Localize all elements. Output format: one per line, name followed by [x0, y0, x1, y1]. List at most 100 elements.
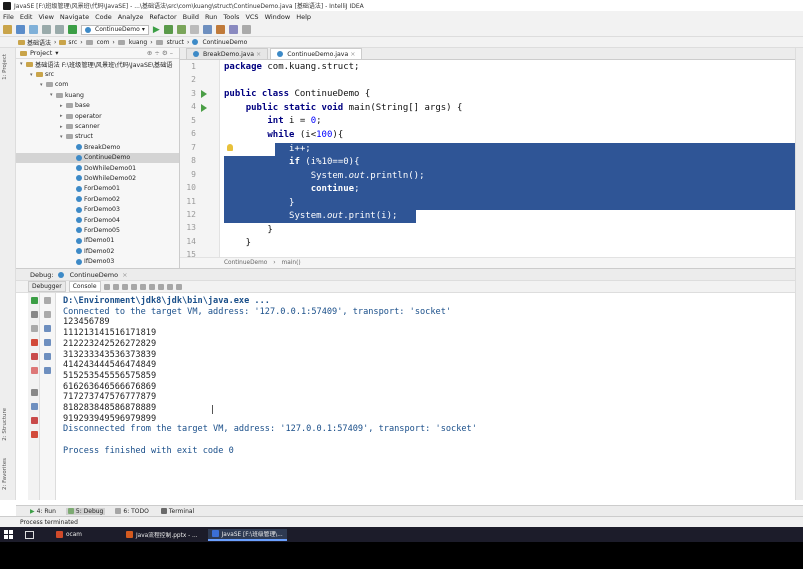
tab-breakdemo[interactable]: BreakDemo.java ×: [186, 48, 269, 59]
drop-frame-icon[interactable]: [139, 283, 146, 290]
run-icon[interactable]: ▶: [153, 25, 160, 35]
print-icon[interactable]: [44, 353, 51, 360]
tree-item[interactable]: ForDemo05: [16, 225, 179, 235]
tree-item[interactable]: ▾ src: [16, 69, 179, 79]
close-icon[interactable]: ×: [256, 51, 261, 58]
debug-icon[interactable]: [163, 25, 173, 34]
menu-analyze[interactable]: Analyze: [118, 13, 144, 21]
tree-item[interactable]: ▸ base: [16, 101, 179, 111]
pause-icon[interactable]: [31, 325, 38, 332]
tree-item[interactable]: ▾ struct: [16, 132, 179, 142]
structure-tool-tab[interactable]: 2: Structure: [2, 408, 8, 441]
todo-tool-tab[interactable]: 6: TODO: [113, 508, 150, 515]
menu-vcs[interactable]: VCS: [245, 13, 258, 21]
tree-item[interactable]: DoWhileDemo02: [16, 173, 179, 183]
taskbar-item-ocam[interactable]: ocam: [52, 529, 86, 541]
resume-icon[interactable]: [31, 311, 38, 318]
save-icon[interactable]: [16, 25, 25, 34]
code-editor[interactable]: 1 2 3 4 5 6 7 8 9 10 11 12 13 14 15 package com.kuang.…: [180, 60, 803, 259]
menu-refactor[interactable]: Refactor: [149, 13, 176, 21]
run-gutter-icon[interactable]: [201, 90, 207, 98]
tree-item[interactable]: ▾ kuang: [16, 90, 179, 100]
crumb-class[interactable]: ContinueDemo: [224, 260, 267, 266]
stop-icon[interactable]: [31, 339, 38, 346]
menu-code[interactable]: Code: [95, 13, 112, 21]
task-view-icon[interactable]: [25, 530, 34, 539]
menu-file[interactable]: File: [3, 13, 14, 21]
project-structure-icon[interactable]: [202, 25, 212, 34]
tree-item[interactable]: BreakDemo: [16, 142, 179, 152]
tree-item[interactable]: ForDemo04: [16, 215, 179, 225]
tab-console[interactable]: Console: [68, 281, 101, 292]
stop-icon[interactable]: [189, 25, 199, 34]
project-tool-tab[interactable]: 1: Project: [2, 54, 8, 80]
menu-build[interactable]: Build: [183, 13, 199, 21]
rerun-icon[interactable]: [31, 297, 38, 304]
crumb-module[interactable]: 基础语法: [18, 38, 51, 47]
project-header-label[interactable]: Project: [30, 49, 52, 57]
tree-item[interactable]: ForDemo02: [16, 194, 179, 204]
tree-item[interactable]: ▸ scanner: [16, 121, 179, 131]
menu-window[interactable]: Window: [265, 13, 291, 21]
crumb-class[interactable]: ContinueDemo: [192, 39, 247, 46]
down-icon[interactable]: [44, 311, 51, 318]
run-to-cursor-icon[interactable]: [148, 283, 155, 290]
run-gutter-icon[interactable]: [201, 104, 207, 112]
pin-icon[interactable]: [31, 417, 38, 424]
breakpoints-icon[interactable]: [31, 353, 38, 360]
coverage-icon[interactable]: [176, 25, 186, 34]
up-icon[interactable]: [44, 297, 51, 304]
tab-continuedemo[interactable]: ContinueDemo.java ×: [270, 48, 363, 59]
tree-item[interactable]: ForDemo01: [16, 184, 179, 194]
crumb-struct[interactable]: struct: [155, 39, 184, 46]
sync-icon[interactable]: [29, 25, 38, 34]
tab-debugger[interactable]: Debugger: [28, 281, 66, 292]
tree-item[interactable]: ForDemo03: [16, 204, 179, 214]
settings-icon[interactable]: [31, 403, 38, 410]
menu-run[interactable]: Run: [205, 13, 217, 21]
crumb-method[interactable]: main(): [282, 260, 301, 266]
sdk-icon[interactable]: [228, 25, 238, 34]
menu-tools[interactable]: Tools: [223, 13, 239, 21]
tree-item[interactable]: IfDemo02: [16, 246, 179, 256]
favorites-tool-tab[interactable]: 2: Favorites: [2, 458, 8, 490]
step-out-icon[interactable]: [130, 283, 137, 290]
chevron-down-icon[interactable]: ▾: [55, 49, 58, 57]
terminal-tool-tab[interactable]: Terminal: [159, 508, 196, 515]
close-icon[interactable]: ×: [350, 51, 355, 58]
tree-item[interactable]: ContinueDemo: [16, 152, 179, 163]
close-icon[interactable]: ×: [122, 271, 127, 279]
camera-icon[interactable]: [31, 389, 38, 396]
tree-item[interactable]: ▸ operator: [16, 111, 179, 121]
tree-item[interactable]: DoWhileDemo01: [16, 163, 179, 173]
taskbar-item-intellij[interactable]: JavaSE [F:\班级管理\...: [207, 528, 287, 541]
step-into-icon[interactable]: [112, 283, 119, 290]
panel-settings-icon[interactable]: ⊕ ÷ ⚙ –: [147, 49, 173, 57]
menu-edit[interactable]: Edit: [20, 13, 33, 21]
tree-item[interactable]: ▾ com: [16, 80, 179, 90]
crumb-src[interactable]: src: [59, 39, 77, 46]
run-config-select[interactable]: ContinueDemo ▾: [81, 24, 149, 35]
back-icon[interactable]: [42, 25, 51, 34]
settings-icon[interactable]: [215, 25, 225, 34]
menu-help[interactable]: Help: [296, 13, 311, 21]
soft-wrap-icon[interactable]: [44, 325, 51, 332]
tree-item[interactable]: IfDemo03: [16, 256, 179, 266]
clear-all-icon[interactable]: [44, 367, 51, 374]
menu-navigate[interactable]: Navigate: [60, 13, 89, 21]
menu-view[interactable]: View: [38, 13, 53, 21]
mute-breakpoints-icon[interactable]: [31, 367, 38, 374]
taskbar-item-powerpoint[interactable]: Java流程控制.pptx - ...: [122, 529, 202, 541]
crumb-kuang[interactable]: kuang: [117, 39, 147, 46]
debug-tool-tab[interactable]: 5: Debug: [65, 507, 106, 515]
debug-config-tab[interactable]: ContinueDemo: [70, 271, 119, 279]
close-icon[interactable]: [31, 431, 38, 438]
crumb-com[interactable]: com: [85, 39, 109, 46]
build-icon[interactable]: [68, 25, 77, 34]
windows-start-icon[interactable]: [4, 530, 13, 539]
trace-icon[interactable]: [166, 283, 173, 290]
step-over-icon[interactable]: [103, 283, 110, 290]
open-folder-icon[interactable]: [3, 25, 12, 34]
search-icon[interactable]: [241, 25, 251, 34]
run-tool-tab[interactable]: ▶ 4: Run: [28, 508, 58, 515]
